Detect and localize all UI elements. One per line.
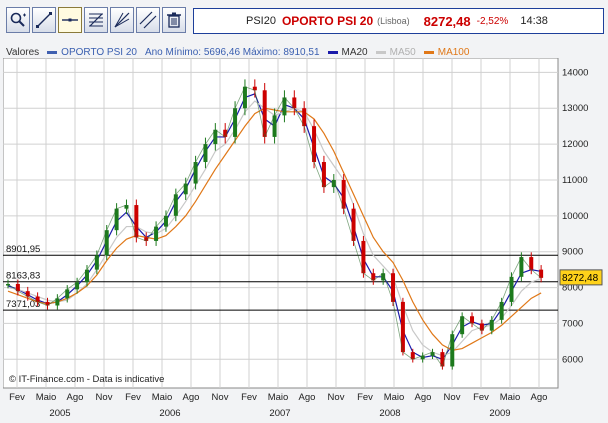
trash-icon [167,12,181,28]
y-tick-label: 9000 [562,247,583,258]
x-year-label: 2006 [159,408,180,419]
x-tick-label: Fev [9,392,25,403]
x-tick-label: Ago [531,392,548,403]
x-tick-label: Ago [67,392,84,403]
x-tick-label: Maio [500,392,521,403]
legend-ma20: MA20 [327,46,368,58]
zoom-tool-icon [10,12,26,27]
delete-drawings-button[interactable] [162,7,186,33]
x-tick-label: Maio [384,392,405,403]
trend-line-tool-button[interactable] [32,7,56,33]
chart-legend: Valores OPORTO PSI 20 Ano Mínimo: 5696,4… [6,45,477,59]
current-price-tag-label: 8272,48 [562,273,599,284]
chart-window: PSI20 OPORTO PSI 20 (Lisboa) 8272,48 -2,… [0,0,608,423]
x-year-label: 2005 [49,408,70,419]
quote-ticker: PSI20 OPORTO PSI 20 (Lisboa) 8272,48 -2,… [193,8,604,34]
x-year-label: 2009 [489,408,510,419]
x-year-label: 2008 [379,408,400,419]
legend-ma100-label: MA100 [437,46,470,58]
ticker-code: PSI20 [246,15,276,27]
ma100-swatch [423,50,434,54]
x-tick-label: Maio [152,392,173,403]
x-tick-label: Maio [36,392,57,403]
x-tick-label: Ago [415,392,432,403]
x-tick-label: Maio [268,392,289,403]
channel-tool-button[interactable] [136,7,160,33]
x-tick-label: Ago [183,392,200,403]
y-tick-label: 13000 [562,103,588,114]
legend-ma100: MA100 [423,46,470,58]
horizontal-line-tool-button[interactable] [58,7,82,33]
x-tick-label: Fev [125,392,141,403]
ticker-name: OPORTO PSI 20 [281,14,374,28]
fibonacci-tool-button[interactable] [84,7,108,33]
y-tick-label: 10000 [562,211,588,222]
x-tick-label: Nov [212,392,229,403]
y-tick-label: 12000 [562,139,588,150]
data-credit: © IT-Finance.com - Data is indicative [9,374,164,385]
x-year-label: 2007 [269,408,290,419]
ma50-swatch [375,50,386,54]
y-tick-label: 7000 [562,318,583,329]
ticker-time: 14:38 [520,15,548,27]
channel-tool-icon [139,11,157,29]
plot-background [3,58,559,389]
reference-line-label: 8901,95 [6,244,40,255]
y-tick-label: 6000 [562,354,583,365]
ticker-change: -2,52% [476,15,509,27]
ma20-swatch [327,50,338,54]
legend-series-label: OPORTO PSI 20 [61,46,137,58]
drawing-toolbar [6,7,186,35]
fibonacci-tool-icon [89,13,103,27]
x-tick-label: Fev [473,392,489,403]
series-swatch [47,50,58,54]
x-tick-label: Fev [357,392,373,403]
legend-title: Valores [6,46,40,58]
trend-line-tool-icon [36,12,52,28]
ticker-price: 8272,48 [423,13,471,29]
fan-line-tool-button[interactable] [110,7,134,33]
horizontal-line-tool-icon [62,18,78,22]
ticker-market: (Lisboa) [377,16,410,26]
y-tick-label: 11000 [562,175,588,186]
legend-range: Ano Mínimo: 5696,46 Máximo: 8910,51 [144,46,320,58]
x-tick-label: Nov [444,392,461,403]
x-tick-label: Fev [241,392,257,403]
fan-line-tool-icon [114,12,130,28]
y-tick-label: 14000 [562,67,588,78]
legend-ma50-label: MA50 [389,46,416,58]
legend-ma20-label: MA20 [341,46,368,58]
x-tick-label: Nov [96,392,113,403]
x-tick-label: Ago [299,392,316,403]
price-chart-area[interactable]: 8901,95 8163,83 7371,03 6000 7000 8000 9000 10… [3,58,605,420]
x-tick-label: Nov [328,392,345,403]
legend-series: OPORTO PSI 20 [47,47,137,58]
zoom-tool-button[interactable] [6,7,30,33]
legend-ma50: MA50 [375,46,416,58]
price-chart[interactable]: 8901,958163,837371,03 600070008000900010… [3,58,605,420]
reference-line-label: 8163,83 [6,271,40,282]
